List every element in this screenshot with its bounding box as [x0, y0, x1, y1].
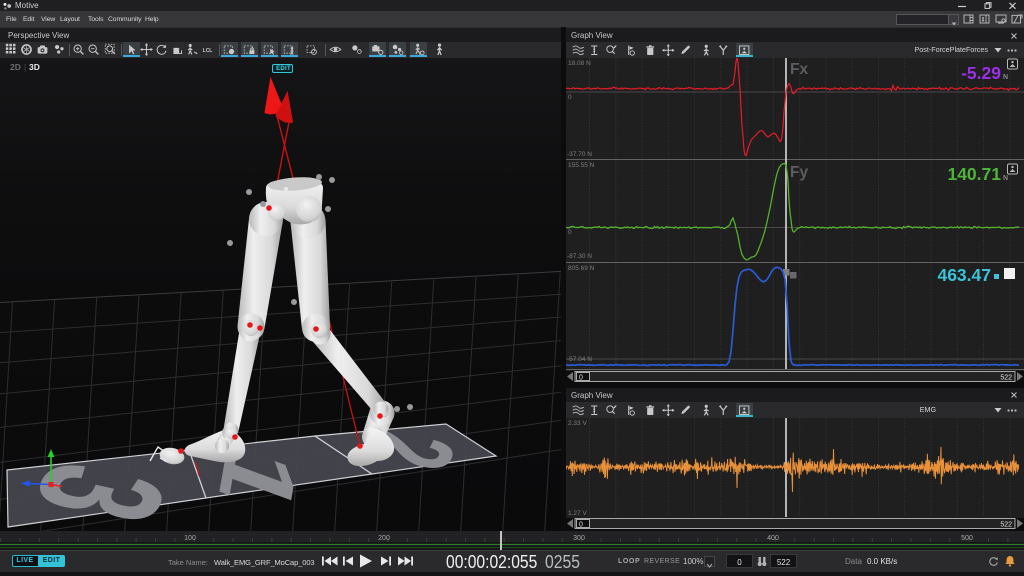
svg-text:400: 400: [767, 535, 779, 542]
svg-text:N: N: [1003, 74, 1008, 81]
svg-text:-57.04 N: -57.04 N: [567, 356, 592, 363]
svg-text:522: 522: [1000, 522, 1012, 529]
svg-text:-5.29: -5.29: [961, 63, 1001, 83]
svg-text:300: 300: [573, 535, 585, 542]
svg-text:1.27 V: 1.27 V: [568, 510, 587, 517]
svg-text:522: 522: [1000, 375, 1012, 382]
svg-text:LCL: LCL: [203, 48, 213, 54]
svg-text:0: 0: [579, 374, 583, 381]
svg-text:140.71: 140.71: [947, 164, 1001, 184]
svg-text:0: 0: [568, 229, 572, 236]
svg-text:0: 0: [579, 521, 583, 528]
svg-text:Fx: Fx: [790, 61, 808, 78]
svg-text:805.69 N: 805.69 N: [568, 265, 595, 272]
svg-text:200: 200: [378, 535, 390, 542]
svg-text:100: 100: [184, 535, 196, 542]
svg-text:0: 0: [568, 94, 572, 101]
svg-text:18.08 N: 18.08 N: [568, 60, 591, 67]
svg-text:Fy: Fy: [790, 164, 808, 181]
svg-text:-37.70 N: -37.70 N: [567, 151, 592, 158]
svg-text:463.47: 463.47: [937, 265, 991, 285]
svg-text:500: 500: [961, 535, 973, 542]
svg-text:155.55 N: 155.55 N: [568, 162, 595, 169]
svg-text:2.33 V: 2.33 V: [568, 420, 587, 427]
svg-text:-87.30 N: -87.30 N: [567, 253, 592, 260]
svg-text:N: N: [1003, 175, 1008, 182]
